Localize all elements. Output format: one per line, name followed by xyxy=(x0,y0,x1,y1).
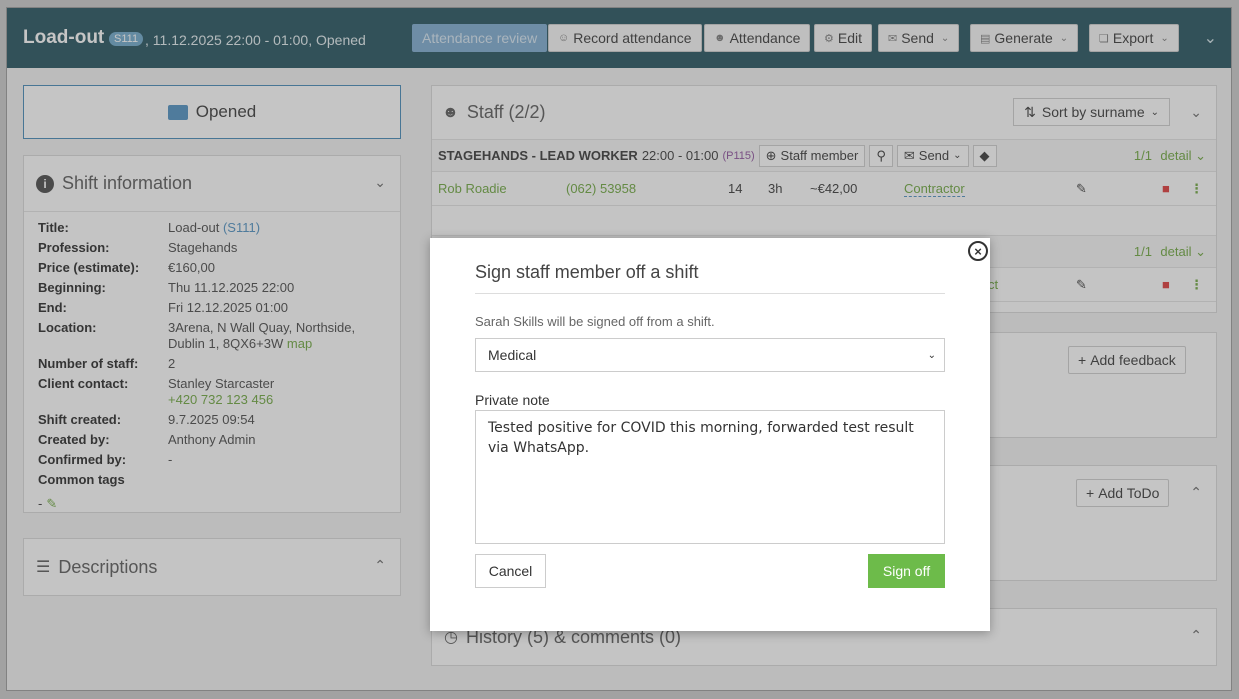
close-icon[interactable]: × xyxy=(968,241,988,261)
sign-off-label: Sign off xyxy=(882,563,931,579)
private-note-label: Private note xyxy=(475,392,550,408)
cancel-button[interactable]: Cancel xyxy=(475,554,546,588)
private-note-textarea[interactable]: Tested positive for COVID this morning, … xyxy=(475,410,945,544)
modal-divider xyxy=(475,293,945,294)
sign-off-modal: × Sign staff member off a shift Sarah Sk… xyxy=(430,238,990,631)
modal-title: Sign staff member off a shift xyxy=(475,262,699,282)
reason-selected-value: Medical xyxy=(488,347,537,363)
modal-description: Sarah Skills will be signed off from a s… xyxy=(475,314,715,329)
sign-off-button[interactable]: Sign off xyxy=(868,554,945,588)
cancel-label: Cancel xyxy=(488,563,533,579)
chevron-down-icon: ⌄ xyxy=(927,350,936,361)
reason-select[interactable]: Medical ⌄ xyxy=(475,338,945,372)
